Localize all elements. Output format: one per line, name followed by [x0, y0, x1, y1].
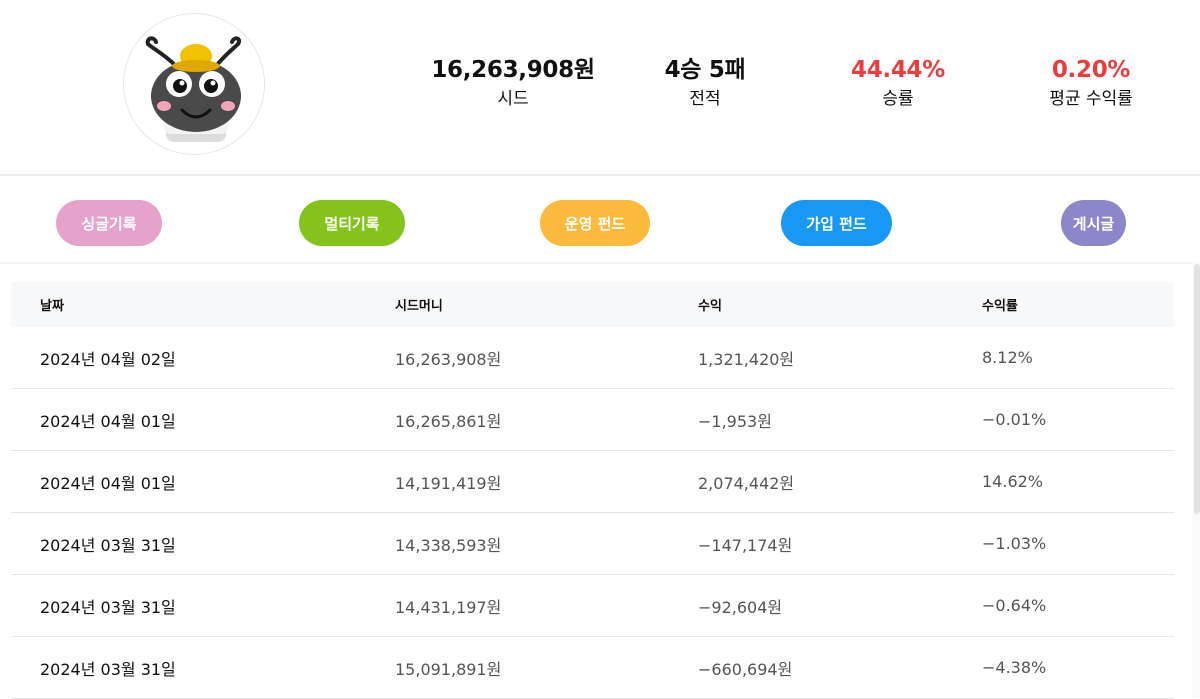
scrollbar-thumb[interactable]: [1194, 264, 1200, 514]
cell-date: 2024년 04월 01일: [40, 473, 176, 493]
stat-label: 승률: [882, 89, 914, 109]
cell-date: 2024년 03월 31일: [40, 659, 176, 679]
stat-value: 16,263,908원: [431, 57, 595, 83]
table-row: 2024년 03월 31일 15,091,891원 −660,694원 −4.3…: [11, 637, 1174, 699]
stat-average-return: 0.20% 평균 수익률: [991, 55, 1191, 113]
stat-label: 평균 수익률: [1049, 89, 1133, 109]
cell-date: 2024년 04월 01일: [40, 411, 176, 431]
tab-posts[interactable]: 게시글: [1061, 200, 1126, 246]
ant-avatar-icon: [145, 36, 242, 142]
record-table: 날짜 시드머니 수익 수익률 2024년 04월 02일 16,263,908원…: [11, 282, 1174, 699]
header-return-rate: 수익률: [982, 299, 1018, 314]
cell-profit: −1,953원: [698, 411, 772, 431]
cell-return-rate: −0.64%: [982, 596, 1047, 615]
cell-date: 2024년 04월 02일: [40, 349, 176, 369]
header-date: 날짜: [40, 299, 64, 314]
profile-header: 16,263,908원 시드 4승 5패 전적 44.44% 승률 0.20% …: [0, 0, 1200, 176]
table-row: 2024년 04월 02일 16,263,908원 1,321,420원 8.1…: [11, 327, 1174, 389]
cell-date: 2024년 03월 31일: [40, 535, 176, 555]
table-row: 2024년 04월 01일 14,191,419원 2,074,442원 14.…: [11, 451, 1174, 513]
cell-profit: 1,321,420원: [698, 349, 795, 369]
tab-joined-funds[interactable]: 가입 펀드: [781, 200, 892, 246]
table-header: 날짜 시드머니 수익 수익률: [11, 282, 1174, 327]
cell-seed-money: 15,091,891원: [395, 659, 502, 679]
stat-label: 시드: [497, 89, 529, 109]
stat-value: 44.44%: [851, 57, 945, 83]
stat-value: 0.20%: [1051, 57, 1131, 83]
header-profit: 수익: [698, 299, 722, 314]
cell-profit: 2,074,442원: [698, 473, 795, 493]
tab-managed-funds[interactable]: 운영 펀드: [540, 200, 650, 246]
cell-profit: −660,694원: [698, 659, 793, 679]
cell-return-rate: −0.01%: [982, 410, 1047, 429]
cell-return-rate: −1.03%: [982, 534, 1047, 553]
cell-date: 2024년 03월 31일: [40, 597, 176, 617]
avatar: [123, 13, 265, 155]
stat-record: 4승 5패 전적: [605, 55, 805, 113]
header-seed-money: 시드머니: [395, 299, 443, 314]
cell-seed-money: 16,263,908원: [395, 349, 502, 369]
cell-return-rate: 8.12%: [982, 348, 1033, 367]
cell-return-rate: 14.62%: [982, 472, 1044, 491]
cell-profit: −147,174원: [698, 535, 793, 555]
stat-value: 4승 5패: [664, 57, 746, 83]
cell-return-rate: −4.38%: [982, 658, 1047, 677]
cell-seed-money: 14,191,419원: [395, 473, 502, 493]
stat-seed: 16,263,908원 시드: [413, 55, 613, 113]
cell-seed-money: 14,338,593원: [395, 535, 502, 555]
table-row: 2024년 03월 31일 14,431,197원 −92,604원 −0.64…: [11, 575, 1174, 637]
record-tabs: 싱글기록 멀티기록 운영 펀드 가입 펀드 게시글: [0, 176, 1200, 262]
cell-seed-money: 14,431,197원: [395, 597, 502, 617]
tab-single-records[interactable]: 싱글기록: [56, 200, 162, 246]
tab-multi-records[interactable]: 멀티기록: [299, 200, 405, 246]
cell-profit: −92,604원: [698, 597, 783, 617]
stat-win-rate: 44.44% 승률: [798, 55, 998, 113]
section-divider: [0, 262, 1200, 264]
table-row: 2024년 03월 31일 14,338,593원 −147,174원 −1.0…: [11, 513, 1174, 575]
stat-label: 전적: [689, 89, 721, 109]
cell-seed-money: 16,265,861원: [395, 411, 502, 431]
table-row: 2024년 04월 01일 16,265,861원 −1,953원 −0.01%: [11, 389, 1174, 451]
